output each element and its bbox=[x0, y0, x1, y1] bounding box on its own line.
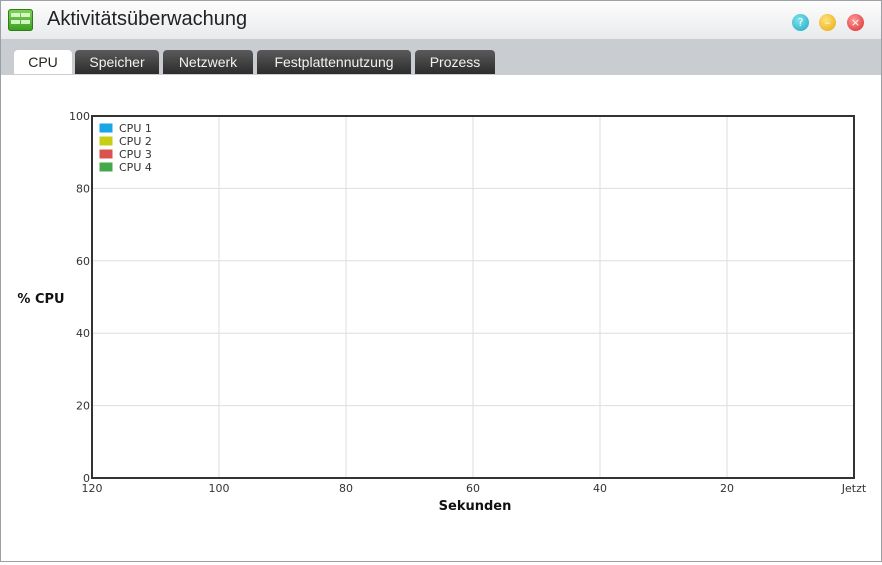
legend-swatch bbox=[98, 122, 114, 134]
minimize-button[interactable]: – bbox=[819, 14, 836, 31]
y-axis-label: % CPU bbox=[17, 292, 64, 307]
activity-monitor-app-icon bbox=[8, 9, 33, 31]
help-icon: ? bbox=[797, 16, 804, 29]
x-tick-label: 20 bbox=[720, 482, 734, 495]
y-tick-label: 20 bbox=[76, 400, 90, 413]
x-tick-label: 120 bbox=[82, 482, 103, 495]
tab-prozess[interactable]: Prozess bbox=[415, 50, 495, 74]
tab-bar: CPU Speicher Netzwerk Festplattennutzung… bbox=[1, 40, 881, 75]
window-title: Aktivitätsüberwachung bbox=[47, 8, 248, 30]
legend-swatch bbox=[98, 161, 114, 173]
legend-label: CPU 2 bbox=[119, 135, 152, 148]
tab-netzwerk[interactable]: Netzwerk bbox=[163, 50, 253, 74]
x-tick-label: Jetzt bbox=[841, 482, 867, 495]
x-tick-label: 60 bbox=[466, 482, 480, 495]
y-tick-label: 40 bbox=[76, 327, 90, 340]
x-tick-label: 80 bbox=[339, 482, 353, 495]
cpu-usage-chart: 020406080100120 100 80 60 40 20 Jetzt% CPUSeku… bbox=[17, 110, 867, 514]
legend-label: CPU 4 bbox=[119, 161, 152, 174]
tab-speicher[interactable]: Speicher bbox=[75, 50, 159, 74]
cpu-chart-area: 0 20 40 60 80 100 120 100 80 60 40 20 Jetzt% CPU Seku… bbox=[1, 76, 881, 561]
x-axis-label: Sekunden bbox=[439, 499, 512, 514]
legend-label: CPU 1 bbox=[119, 122, 152, 135]
tab-cpu[interactable]: CPU bbox=[14, 50, 72, 74]
close-icon: × bbox=[850, 16, 861, 29]
activity-monitor-window: Aktivitätsüberwachung ? – × CPU Speicher… bbox=[0, 0, 882, 562]
tab-festplattennutzung[interactable]: Festplattennutzung bbox=[257, 50, 411, 74]
y-tick-label: 80 bbox=[76, 182, 90, 195]
legend-label: CPU 3 bbox=[119, 148, 152, 161]
help-button[interactable]: ? bbox=[792, 14, 809, 31]
legend-swatch bbox=[98, 148, 114, 160]
minimize-icon: – bbox=[824, 16, 831, 29]
x-tick-label: 100 bbox=[209, 482, 230, 495]
legend-swatch bbox=[98, 135, 114, 147]
x-tick-label: 40 bbox=[593, 482, 607, 495]
y-tick-label: 60 bbox=[76, 255, 90, 268]
close-button[interactable]: × bbox=[847, 14, 864, 31]
y-tick-label: 100 bbox=[69, 110, 90, 123]
title-bar[interactable]: Aktivitätsüberwachung ? – × bbox=[1, 1, 881, 40]
